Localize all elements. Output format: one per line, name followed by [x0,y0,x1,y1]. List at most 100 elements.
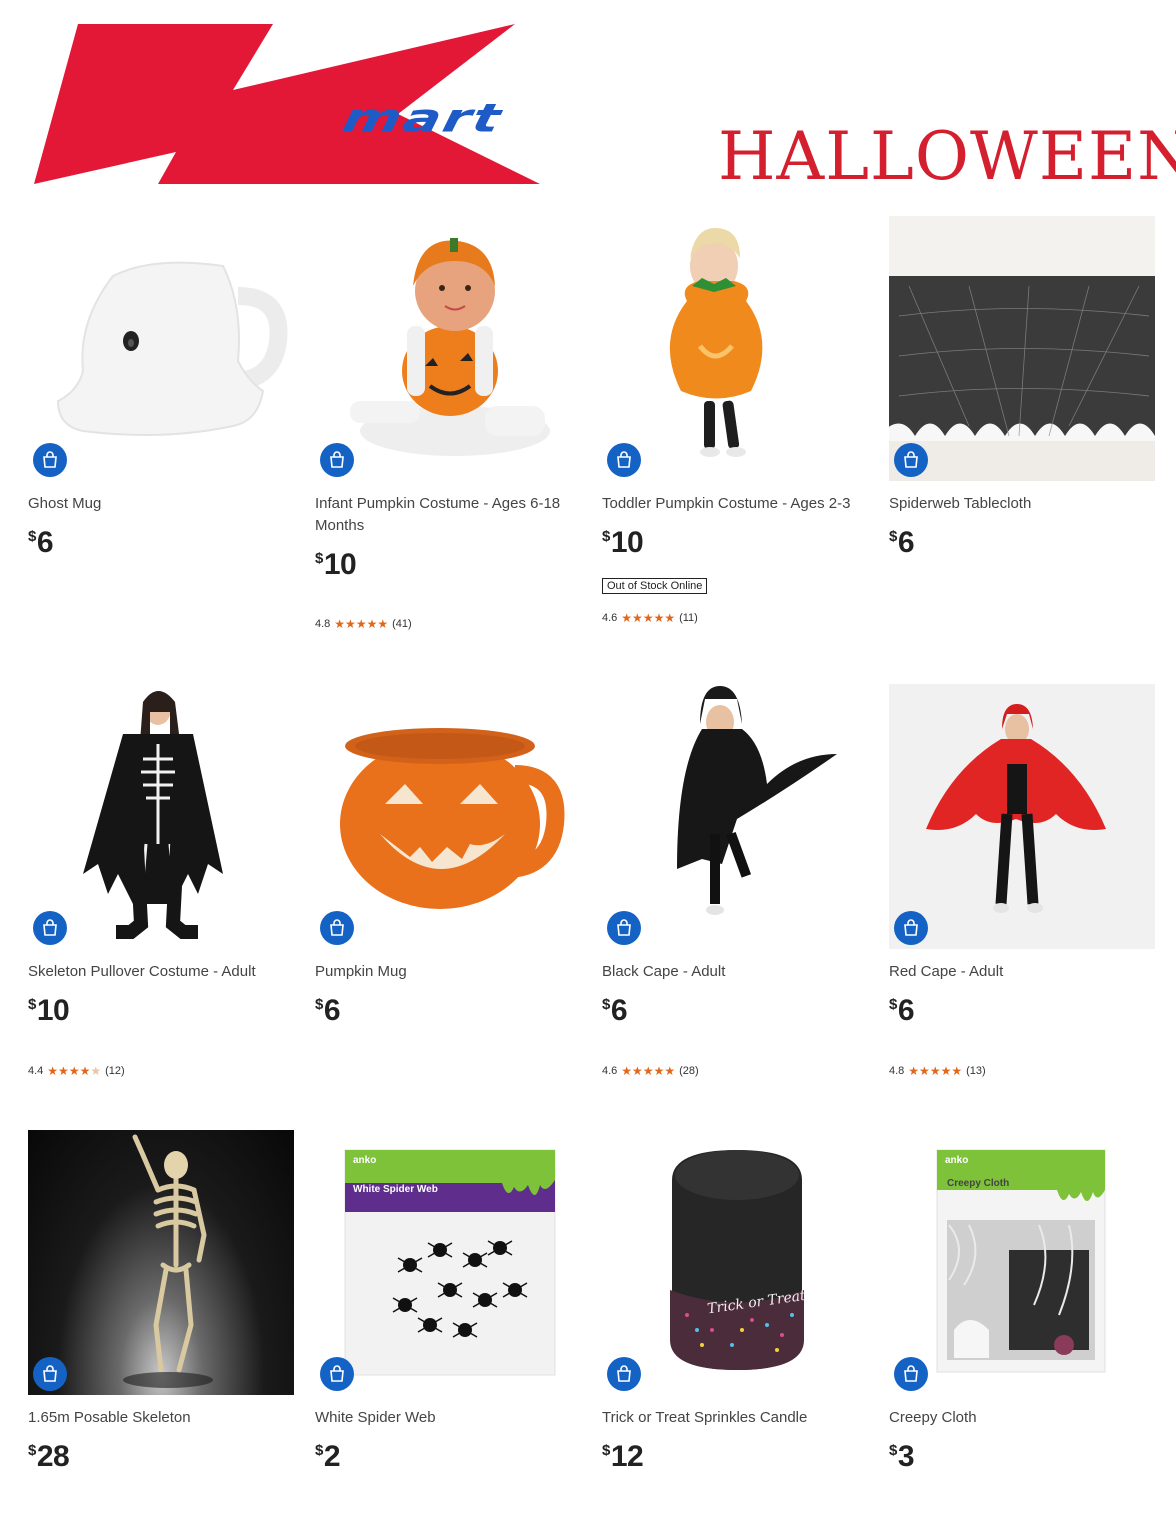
star-rating-icon: ★★★★★ [621,1064,676,1078]
product-image[interactable]: anko Creepy Cloth [889,1130,1155,1395]
rating-value: 4.6 [602,1065,618,1077]
package-label: Creepy Cloth [947,1178,1009,1189]
spider-web-pack-image: anko White Spider Web [344,1149,556,1376]
product-title[interactable]: Black Cape - Adult [602,961,864,983]
package-brand: anko [945,1155,968,1166]
shopping-bag-icon [330,451,344,468]
product-image[interactable] [602,684,868,949]
product-title[interactable]: Pumpkin Mug [315,961,577,983]
product-price: $28 [28,1440,70,1473]
product-title[interactable]: Infant Pumpkin Costume - Ages 6-18 Month… [315,493,577,537]
rating-value: 4.8 [315,618,331,630]
product-rating: 4.6 ★★★★★ (28) [602,1064,699,1078]
product-price: $6 [602,994,628,1027]
add-to-cart-button[interactable] [607,911,641,945]
add-to-cart-button[interactable] [320,1357,354,1391]
product-image[interactable]: anko White Spider Web [315,1130,581,1395]
product-title[interactable]: 1.65m Posable Skeleton [28,1407,290,1429]
product-price: $12 [602,1440,644,1473]
product-image[interactable]: Trick or Treat [602,1130,868,1395]
skeleton-costume-image [83,691,223,939]
product-image[interactable] [315,216,581,481]
add-to-cart-button[interactable] [894,443,928,477]
product-image[interactable] [28,1130,294,1395]
add-to-cart-button[interactable] [320,443,354,477]
add-to-cart-button[interactable] [607,443,641,477]
product-price: $3 [889,1440,915,1473]
product-rating: 4.6 ★★★★★ (11) [602,611,698,625]
creepy-cloth-pack-image: anko Creepy Cloth [936,1149,1106,1373]
shopping-bag-icon [904,1365,918,1382]
rating-value: 4.6 [602,612,618,624]
kmart-logo[interactable]: mart [28,18,568,190]
product-image[interactable] [315,684,581,949]
product-title[interactable]: Ghost Mug [28,493,290,515]
product-image[interactable] [889,216,1155,481]
ghost-mug-image [56,261,288,436]
spiderweb-tablecloth-image [889,216,1155,481]
shopping-bag-icon [904,451,918,468]
product-price: $6 [315,994,341,1027]
shopping-bag-icon [617,919,631,936]
red-cape-image [926,704,1106,913]
review-count[interactable]: (41) [392,618,412,630]
product-price: $10 [602,526,644,559]
posable-skeleton-image [123,1134,213,1388]
product-image[interactable] [602,216,868,481]
product-title[interactable]: Spiderweb Tablecloth [889,493,1151,515]
black-cape-image [677,686,837,915]
page-header: mart HALLOWEEN [0,0,1176,210]
pumpkin-mug-image [340,728,565,909]
product-title[interactable]: Red Cape - Adult [889,961,1151,983]
review-count[interactable]: (28) [679,1065,699,1077]
shopping-bag-icon [904,919,918,936]
product-price: $6 [28,526,54,559]
add-to-cart-button[interactable] [894,1357,928,1391]
product-price: $10 [28,994,70,1027]
shopping-bag-icon [617,451,631,468]
shopping-bag-icon [43,919,57,936]
product-price: $6 [889,994,915,1027]
shopping-bag-icon [43,1365,57,1382]
stock-status-badge: Out of Stock Online [602,578,708,594]
kmart-wordmark: mart [338,96,507,142]
toddler-pumpkin-costume-image [669,228,763,457]
add-to-cart-button[interactable] [894,911,928,945]
product-image[interactable] [28,684,294,949]
shopping-bag-icon [617,1365,631,1382]
add-to-cart-button[interactable] [320,911,354,945]
product-image[interactable] [28,216,294,481]
rating-value: 4.8 [889,1065,905,1077]
product-image[interactable] [889,684,1155,949]
add-to-cart-button[interactable] [33,911,67,945]
review-count[interactable]: (12) [105,1065,125,1077]
product-price: $6 [889,526,915,559]
product-title[interactable]: Skeleton Pullover Costume - Adult [28,961,290,983]
product-price: $2 [315,1440,341,1473]
package-label: White Spider Web [353,1184,438,1195]
star-rating-icon: ★★★★★ [908,1064,963,1078]
shopping-bag-icon [330,919,344,936]
infant-pumpkin-costume-image [350,238,550,456]
banner-title: HALLOWEEN [718,118,1176,195]
star-rating-icon: ★★★★★ [47,1064,102,1078]
product-title[interactable]: Creepy Cloth [889,1407,1151,1429]
shopping-bag-icon [330,1365,344,1382]
review-count[interactable]: (11) [679,612,698,624]
product-rating: 4.4 ★★★★★ (12) [28,1064,125,1078]
product-rating: 4.8 ★★★★★ (13) [889,1064,986,1078]
star-rating-icon: ★★★★★ [334,617,389,631]
package-brand: anko [353,1155,376,1166]
shopping-bag-icon [43,451,57,468]
product-title[interactable]: Toddler Pumpkin Costume - Ages 2-3 [602,493,864,515]
add-to-cart-button[interactable] [33,1357,67,1391]
product-rating: 4.8 ★★★★★ (41) [315,617,412,631]
product-price: $10 [315,548,357,581]
sprinkles-candle-image: Trick or Treat [670,1150,807,1370]
product-title[interactable]: Trick or Treat Sprinkles Candle [602,1407,864,1429]
product-title[interactable]: White Spider Web [315,1407,577,1429]
add-to-cart-button[interactable] [33,443,67,477]
add-to-cart-button[interactable] [607,1357,641,1391]
review-count[interactable]: (13) [966,1065,986,1077]
star-rating-icon: ★★★★★ [621,611,676,625]
